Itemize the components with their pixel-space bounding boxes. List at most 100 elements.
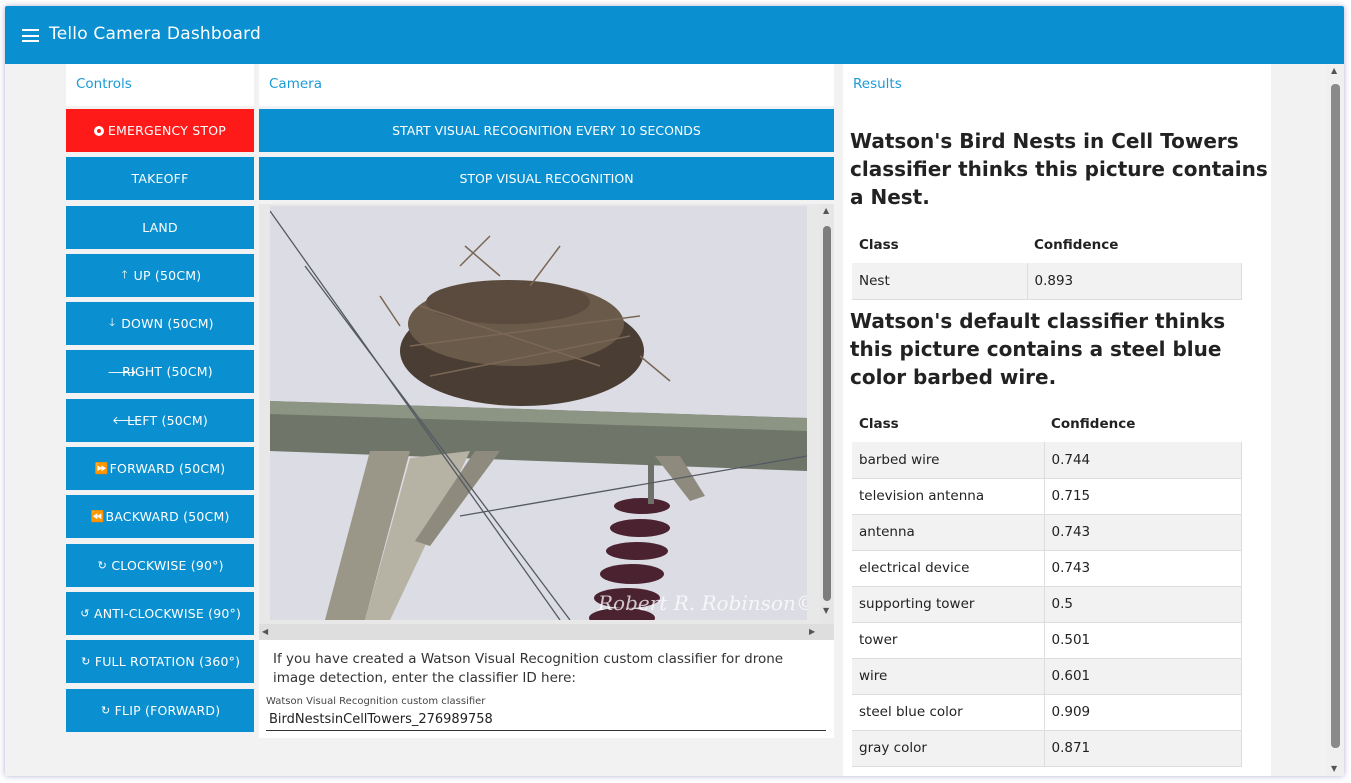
table-row: Nest 0.893 bbox=[852, 263, 1242, 300]
confidence-cell: 0.601 bbox=[1044, 658, 1242, 695]
confidence-cell: 0.5 bbox=[1044, 586, 1242, 623]
clockwise-90-button[interactable]: ↻ CLOCKWISE (90°) bbox=[66, 543, 254, 587]
down-50cm-button[interactable]: 🡓 DOWN (50CM) bbox=[66, 302, 254, 346]
class-cell: electrical device bbox=[852, 550, 1045, 587]
button-label: UP (50CM) bbox=[133, 267, 202, 283]
left-50cm-button[interactable]: 🡐 LEFT (50CM) bbox=[66, 398, 254, 442]
class-cell: wire bbox=[852, 658, 1045, 695]
table-row: tower 0.501 bbox=[852, 622, 1242, 659]
table-header: Confidence bbox=[1044, 406, 1242, 442]
arrow-left-icon: 🡐 bbox=[112, 414, 142, 428]
scroll-up-icon[interactable]: ▲ bbox=[823, 206, 829, 215]
button-label: ANTI-CLOCKWISE (90°) bbox=[93, 605, 242, 621]
flip-forward-button[interactable]: ↻ FLIP (FORWARD) bbox=[66, 688, 254, 732]
fast-forward-icon: ⏩ bbox=[94, 462, 109, 476]
viewer-vertical-thumb[interactable] bbox=[823, 226, 831, 601]
results-header: Results bbox=[843, 64, 1263, 106]
confidence-cell: 0.743 bbox=[1044, 514, 1242, 551]
page-scrollbar[interactable]: ▲ ▼ bbox=[1327, 64, 1344, 776]
class-cell: antenna bbox=[852, 514, 1045, 551]
forward-50cm-button[interactable]: ⏩ FORWARD (50CM) bbox=[66, 447, 254, 491]
class-cell: supporting tower bbox=[852, 586, 1045, 623]
menu-icon[interactable] bbox=[22, 29, 39, 42]
default-results-table: Class Confidence barbed wire 0.744 televis… bbox=[852, 406, 1242, 767]
rotate-clockwise-icon: ↻ bbox=[81, 655, 91, 669]
dashboard-content: Controls EMERGENCY STOP TAKEOFF LAND 🡑 UP (5… bbox=[5, 64, 1327, 776]
button-label: RIGHT (50CM) bbox=[122, 364, 213, 380]
class-cell: tower bbox=[852, 622, 1045, 659]
right-50cm-button[interactable]: 🡒 RIGHT (50CM) bbox=[66, 350, 254, 394]
rotate-anticlockwise-icon: ↺ bbox=[80, 606, 90, 620]
button-label: LEFT (50CM) bbox=[127, 412, 208, 428]
arrow-right-icon: 🡒 bbox=[107, 365, 137, 379]
confidence-cell: 0.871 bbox=[1044, 730, 1242, 767]
button-label: FULL ROTATION (360°) bbox=[94, 654, 241, 670]
custom-results-table: Class Confidence Nest 0.893 bbox=[852, 227, 1242, 300]
backward-50cm-button[interactable]: ⏪ BACKWARD (50CM) bbox=[66, 495, 254, 539]
image-watermark: Robert R. Robinson© bbox=[597, 591, 807, 615]
table-header: Class bbox=[852, 406, 1044, 442]
app-bar: Tello Camera Dashboard bbox=[5, 6, 1344, 64]
classifier-id-input[interactable] bbox=[266, 707, 826, 731]
class-cell: television antenna bbox=[852, 478, 1045, 515]
rotate-clockwise-icon: ↻ bbox=[97, 558, 108, 572]
confidence-cell: 0.501 bbox=[1044, 622, 1242, 659]
class-cell: barbed wire bbox=[852, 442, 1045, 479]
rewind-icon: ⏪ bbox=[90, 510, 105, 524]
button-label: FORWARD (50CM) bbox=[109, 461, 226, 477]
table-row: antenna 0.743 bbox=[852, 514, 1242, 551]
confidence-cell: 0.743 bbox=[1044, 550, 1242, 587]
stop-circle-icon bbox=[93, 125, 104, 136]
camera-image: Robert R. Robinson© bbox=[270, 206, 807, 620]
viewer-vertical-scrollbar[interactable]: ▲ ▼ bbox=[820, 204, 834, 624]
classifier-instructions: If you have created a Watson Visual Reco… bbox=[273, 651, 784, 686]
custom-classifier-heading: Watson's Bird Nests in Cell Towers class… bbox=[850, 129, 1268, 209]
table-row: steel blue color 0.909 bbox=[852, 694, 1242, 731]
camera-feed-viewer: Robert R. Robinson© ▲ ▼ ◀ ▶ bbox=[259, 204, 834, 640]
table-row: electrical device 0.743 bbox=[852, 550, 1242, 587]
button-label: EMERGENCY STOP bbox=[107, 123, 227, 138]
confidence-cell: 0.715 bbox=[1044, 478, 1242, 515]
app-window: Tello Camera Dashboard Controls EMERGENC… bbox=[5, 6, 1344, 776]
button-label: TAKEOFF bbox=[131, 171, 189, 187]
anti-clockwise-90-button[interactable]: ↺ ANTI-CLOCKWISE (90°) bbox=[66, 591, 254, 635]
app-title: Tello Camera Dashboard bbox=[49, 24, 261, 44]
arrow-up-icon: 🡑 bbox=[121, 267, 128, 281]
page-scroll-up-icon[interactable]: ▲ bbox=[1331, 66, 1337, 75]
confidence-cell: 0.893 bbox=[1027, 263, 1242, 300]
rotate-clockwise-icon: ↻ bbox=[100, 703, 111, 717]
button-label: FLIP (FORWARD) bbox=[114, 702, 221, 718]
camera-panel: Camera START VISUAL RECOGNITION EVERY 10… bbox=[258, 64, 834, 738]
class-cell: Nest bbox=[852, 263, 1028, 300]
camera-header: Camera bbox=[259, 64, 834, 106]
table-row: gray color 0.871 bbox=[852, 730, 1242, 767]
controls-header: Controls bbox=[66, 64, 254, 106]
table-row: television antenna 0.715 bbox=[852, 478, 1242, 515]
table-header: Class bbox=[852, 227, 1027, 263]
up-50cm-button[interactable]: 🡑 UP (50CM) bbox=[66, 253, 254, 297]
button-label: DOWN (50CM) bbox=[121, 316, 214, 332]
button-label: LAND bbox=[142, 219, 178, 235]
classifier-input-box: If you have created a Watson Visual Reco… bbox=[259, 640, 834, 738]
emergency-stop-button[interactable]: EMERGENCY STOP bbox=[66, 109, 254, 152]
start-recognition-button[interactable]: START VISUAL RECOGNITION EVERY 10 SECOND… bbox=[259, 109, 834, 152]
scroll-right-icon[interactable]: ▶ bbox=[809, 627, 815, 636]
page-scroll-down-icon[interactable]: ▼ bbox=[1331, 764, 1337, 773]
default-classifier-heading: Watson's default classifier thinks this … bbox=[850, 309, 1226, 389]
table-header: Confidence bbox=[1027, 227, 1242, 263]
confidence-cell: 0.909 bbox=[1044, 694, 1242, 731]
full-rotation-360-button[interactable]: ↻ FULL ROTATION (360°) bbox=[66, 640, 254, 684]
results-panel: Results Watson's Bird Nests in Cell Towe… bbox=[843, 64, 1271, 776]
scroll-left-icon[interactable]: ◀ bbox=[262, 627, 268, 636]
table-row: wire 0.601 bbox=[852, 658, 1242, 695]
classifier-field-label: Watson Visual Recognition custom classif… bbox=[266, 696, 486, 707]
viewer-horizontal-scrollbar[interactable]: ◀ ▶ bbox=[259, 624, 834, 640]
scroll-down-icon[interactable]: ▼ bbox=[823, 606, 829, 615]
page-scrollbar-thumb[interactable] bbox=[1331, 84, 1340, 748]
stop-recognition-button[interactable]: STOP VISUAL RECOGNITION bbox=[259, 157, 834, 200]
button-label: BACKWARD (50CM) bbox=[105, 509, 230, 525]
table-row: supporting tower 0.5 bbox=[852, 586, 1242, 623]
land-button[interactable]: LAND bbox=[66, 205, 254, 249]
class-cell: gray color bbox=[852, 730, 1045, 767]
takeoff-button[interactable]: TAKEOFF bbox=[66, 157, 254, 201]
